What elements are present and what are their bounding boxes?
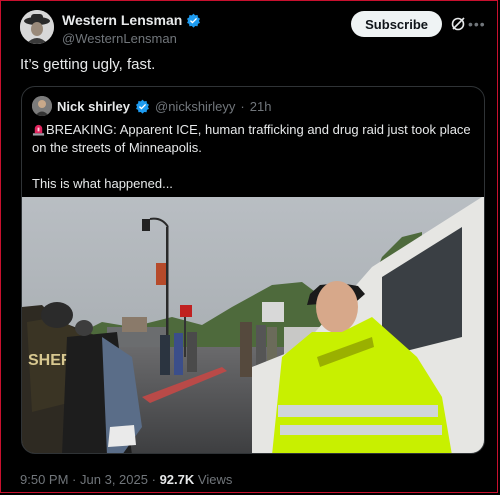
- quoted-separator: ·: [240, 98, 245, 114]
- author-display-name[interactable]: Western Lensman: [62, 12, 182, 28]
- tweet-time[interactable]: 9:50 PM: [20, 472, 68, 487]
- grok-icon[interactable]: [450, 16, 466, 32]
- author-avatar[interactable]: [20, 10, 54, 44]
- quoted-handle[interactable]: @nickshirleyy: [155, 99, 235, 114]
- tweet-date[interactable]: Jun 3, 2025: [80, 472, 148, 487]
- views-label: Views: [197, 472, 233, 487]
- views-count: 92.7K: [159, 472, 195, 487]
- quoted-line-1: BREAKING: Apparent ICE, human traffickin…: [32, 121, 474, 157]
- author-name[interactable]: Western Lensman: [62, 12, 201, 28]
- subscribe-button[interactable]: Subscribe: [351, 11, 442, 37]
- quoted-display-name[interactable]: Nick shirley: [57, 99, 130, 114]
- more-options-icon[interactable]: •••: [468, 16, 486, 32]
- quoted-verified-badge-icon: [136, 99, 149, 114]
- meta-dot-2: ·: [151, 472, 156, 487]
- quoted-text: BREAKING: Apparent ICE, human traffickin…: [32, 121, 474, 193]
- quoted-photo[interactable]: SHERIFF: [22, 197, 484, 454]
- quoted-avatar[interactable]: [32, 96, 52, 116]
- quoted-line-1-text: BREAKING: Apparent ICE, human traffickin…: [32, 122, 471, 155]
- quoted-time[interactable]: 21h: [250, 99, 272, 114]
- tweet-text: It’s getting ugly, fast.: [20, 56, 156, 73]
- author-handle[interactable]: @WesternLensman: [62, 31, 201, 46]
- verified-badge-icon: [187, 13, 201, 28]
- meta-dot: ·: [72, 472, 77, 487]
- tweet-header: Western Lensman @WesternLensman Subscrib…: [20, 10, 485, 46]
- siren-emoji-icon: [32, 124, 45, 136]
- quoted-line-2: This is what happened...: [32, 176, 173, 191]
- quoted-tweet[interactable]: Nick shirley @nickshirleyy · 21h BREAKIN…: [21, 86, 485, 454]
- tweet-meta: 9:50 PM · Jun 3, 2025 · 92.7K Views: [20, 472, 232, 487]
